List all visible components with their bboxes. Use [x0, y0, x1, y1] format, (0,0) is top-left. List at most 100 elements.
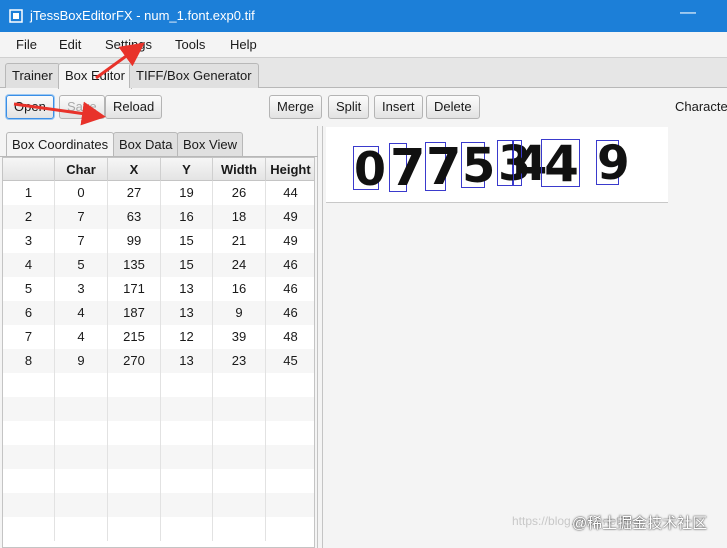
cell-x: 99: [108, 229, 161, 253]
table-row[interactable]: 7 4 215 12 39 48: [3, 325, 314, 349]
char-bounding-box[interactable]: 4: [513, 140, 547, 188]
column-header-x[interactable]: X: [108, 158, 161, 181]
tab-tiff-box-generator[interactable]: TIFF/Box Generator: [129, 63, 259, 88]
tab-box-data[interactable]: Box Data: [113, 132, 179, 156]
column-header-y[interactable]: Y: [161, 158, 213, 181]
cell-index: 1: [3, 181, 55, 205]
merge-button[interactable]: Merge: [269, 95, 322, 119]
minimize-button[interactable]: —: [676, 4, 700, 26]
table-row[interactable]: 8 9 270 13 23 45: [3, 349, 314, 373]
cell-x: 63: [108, 205, 161, 229]
table-row[interactable]: [3, 397, 314, 421]
cell-x: [108, 421, 161, 445]
menu-file[interactable]: File: [16, 37, 37, 52]
char-glyph: 3: [498, 136, 532, 192]
table-row[interactable]: [3, 493, 314, 517]
table-row[interactable]: 3 7 99 15 21 49: [3, 229, 314, 253]
tiff-image-canvas[interactable]: 07753449: [326, 127, 668, 203]
cell-index: 3: [3, 229, 55, 253]
cell-x: 135: [108, 253, 161, 277]
cell-index: [3, 493, 55, 517]
table-row[interactable]: [3, 373, 314, 397]
char-glyph: 9: [597, 136, 630, 191]
menu-help[interactable]: Help: [230, 37, 257, 52]
cell-height: [266, 373, 314, 397]
cell-y: [161, 373, 213, 397]
cell-y: 13: [161, 349, 213, 373]
app-window: jTessBoxEditorFX - num_1.font.exp0.tif —…: [0, 0, 727, 548]
cell-char: [55, 445, 108, 469]
tab-box-view[interactable]: Box View: [177, 132, 243, 156]
menu-bar: File Edit Settings Tools Help: [0, 32, 727, 58]
cell-index: 4: [3, 253, 55, 277]
column-header-char[interactable]: Char: [55, 158, 108, 181]
table-row[interactable]: [3, 421, 314, 445]
split-button[interactable]: Split: [328, 95, 370, 119]
cell-height: [266, 517, 314, 541]
char-bounding-box[interactable]: 5: [461, 142, 495, 190]
table-row[interactable]: 5 3 171 13 16 46: [3, 277, 314, 301]
char-bounding-box[interactable]: 7: [389, 143, 426, 194]
menu-tools[interactable]: Tools: [175, 37, 205, 52]
cell-height: 46: [266, 301, 314, 325]
char-bounding-box[interactable]: 9: [596, 136, 630, 191]
watermark-brand: @稀土掘金技术社区: [572, 515, 708, 532]
tab-box-editor[interactable]: Box Editor: [58, 63, 132, 89]
cell-x: 171: [108, 277, 161, 301]
insert-button[interactable]: Insert: [374, 95, 423, 119]
cell-x: [108, 493, 161, 517]
cell-x: [108, 397, 161, 421]
cell-x: [108, 373, 161, 397]
reload-button[interactable]: Reload: [105, 95, 163, 119]
char-bounding-box[interactable]: 7: [425, 138, 462, 197]
char-glyph: 7: [426, 138, 462, 197]
cell-index: 2: [3, 205, 55, 229]
window-title: jTessBoxEditorFX - num_1.font.exp0.tif: [30, 8, 255, 23]
cell-height: [266, 445, 314, 469]
menu-edit[interactable]: Edit: [59, 37, 81, 52]
tab-trainer[interactable]: Trainer: [5, 63, 60, 88]
cell-char: 5: [55, 253, 108, 277]
menu-settings[interactable]: Settings: [105, 37, 152, 52]
box-panel: Box Coordinates Box Data Box View Char X…: [0, 126, 318, 548]
cell-width: 21: [213, 229, 266, 253]
tab-box-coordinates[interactable]: Box Coordinates: [6, 132, 115, 157]
char-bounding-box[interactable]: 0: [353, 142, 387, 196]
column-header-height[interactable]: Height: [266, 158, 314, 181]
main-tab-bar: Trainer Box Editor TIFF/Box Generator: [0, 58, 727, 89]
cell-x: [108, 445, 161, 469]
cell-height: 46: [266, 253, 314, 277]
cell-char: 7: [55, 205, 108, 229]
delete-button[interactable]: Delete: [426, 95, 480, 119]
table-row[interactable]: 6 4 187 13 9 46: [3, 301, 314, 325]
cell-y: 13: [161, 301, 213, 325]
cell-x: 187: [108, 301, 161, 325]
table-row[interactable]: 2 7 63 16 18 49: [3, 205, 314, 229]
open-button[interactable]: Open: [6, 95, 54, 119]
table-row[interactable]: 1 0 27 19 26 44: [3, 181, 314, 205]
toolbar: Open Save Reload Merge Split Insert Dele…: [0, 89, 727, 125]
cell-height: 46: [266, 277, 314, 301]
char-bounding-box[interactable]: 3: [497, 136, 532, 192]
cell-width: [213, 373, 266, 397]
table-row[interactable]: [3, 517, 314, 541]
column-header-width[interactable]: Width: [213, 158, 266, 181]
table-row[interactable]: [3, 445, 314, 469]
app-icon: [9, 9, 23, 23]
cell-height: [266, 397, 314, 421]
table-row[interactable]: 4 5 135 15 24 46: [3, 253, 314, 277]
column-header-index[interactable]: [3, 158, 55, 181]
cell-y: [161, 421, 213, 445]
cell-index: 7: [3, 325, 55, 349]
cell-y: 16: [161, 205, 213, 229]
char-bounding-box[interactable]: 4: [541, 139, 580, 189]
cell-index: 6: [3, 301, 55, 325]
char-glyph: 0: [354, 142, 387, 196]
cell-width: 16: [213, 277, 266, 301]
cell-y: 13: [161, 277, 213, 301]
cell-width: 18: [213, 205, 266, 229]
cell-char: 3: [55, 277, 108, 301]
cell-width: [213, 445, 266, 469]
table-row[interactable]: [3, 469, 314, 493]
save-button[interactable]: Save: [59, 95, 105, 119]
